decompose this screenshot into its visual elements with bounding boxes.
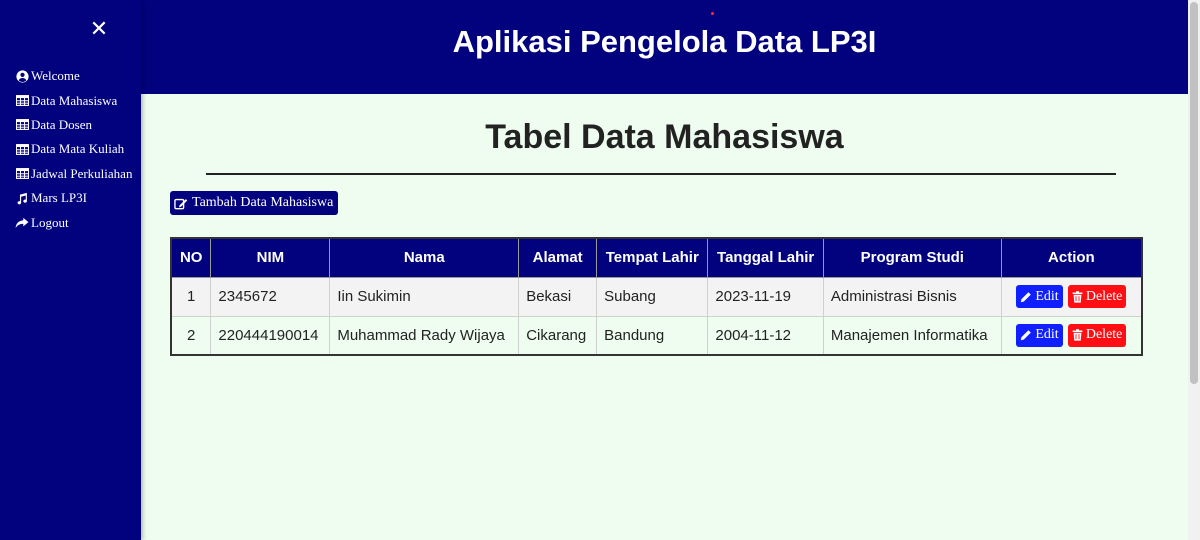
column-header-nama: Nama: [329, 237, 520, 278]
cell-tempat-lahir: Bandung: [596, 315, 709, 356]
cell-tanggal-lahir: 2023-11-19: [707, 276, 824, 317]
sidebar-item-label: Mars LP3I: [31, 190, 87, 206]
sidebar-item-mars-lp3i[interactable]: Mars LP3I: [15, 186, 132, 210]
cell-alamat: Bekasi: [518, 276, 598, 317]
cell-no: 2: [170, 315, 212, 356]
column-header-alamat: Alamat: [518, 237, 598, 278]
table-row: 1 2345672 Iin Sukimin Bekasi Subang 2023…: [170, 276, 1143, 317]
pencil-icon: [1020, 291, 1032, 303]
edit-button[interactable]: Edit: [1016, 323, 1063, 347]
cell-actions: Edit Delete: [1000, 276, 1143, 317]
trash-icon: [1072, 290, 1083, 303]
delete-button[interactable]: Delete: [1067, 323, 1127, 347]
column-header-action: Action: [1000, 237, 1143, 278]
column-header-no: NO: [170, 237, 212, 278]
cell-nama: Iin Sukimin: [329, 276, 520, 317]
app-title: Aplikasi Pengelola Data LP3I: [452, 24, 877, 59]
mahasiswa-table: NO NIM Nama Alamat Tempat Lahir Tanggal …: [170, 237, 1143, 356]
edit-label: Edit: [1035, 288, 1059, 304]
table-header-row: NO NIM Nama Alamat Tempat Lahir Tanggal …: [170, 237, 1143, 278]
sidebar-item-label: Data Mahasiswa: [31, 92, 118, 108]
edit-button[interactable]: Edit: [1016, 285, 1063, 308]
add-mahasiswa-button[interactable]: Tambah Data Mahasiswa: [170, 191, 339, 215]
sidebar-item-data-mata-kuliah[interactable]: Data Mata Kuliah: [15, 137, 132, 161]
sidebar-item-data-mahasiswa[interactable]: Data Mahasiswa: [15, 88, 132, 112]
column-header-tempat-lahir: Tempat Lahir: [596, 237, 709, 278]
column-header-program-studi: Program Studi: [822, 237, 1002, 278]
cell-program-studi: Administrasi Bisnis: [822, 276, 1002, 317]
status-dot: [711, 12, 714, 15]
sidebar-item-label: Data Mata Kuliah: [31, 141, 125, 157]
scrollbar-thumb[interactable]: [1190, 2, 1198, 384]
table-icon: [15, 94, 29, 107]
app-header: Aplikasi Pengelola Data LP3I: [141, 0, 1188, 94]
cell-nim: 2345672: [210, 276, 331, 317]
sidebar-nav: Welcome Data Mahasiswa Data Dosen Data M…: [15, 64, 132, 235]
table-icon: [15, 118, 29, 131]
column-header-nim: NIM: [210, 237, 331, 278]
table-row: 2 220444190014 Muhammad Rady Wijaya Cika…: [170, 315, 1143, 356]
page-title: Tabel Data Mahasiswa: [485, 118, 844, 156]
edit-label: Edit: [1035, 327, 1059, 343]
delete-button[interactable]: Delete: [1067, 285, 1127, 308]
table-icon: [15, 167, 29, 180]
edit-square-icon: [174, 197, 188, 210]
cell-no: 1: [170, 276, 212, 317]
title-divider: [206, 173, 1116, 175]
sidebar-item-label: Logout: [31, 214, 69, 230]
cell-program-studi: Manajemen Informatika: [822, 315, 1002, 356]
delete-label: Delete: [1085, 288, 1123, 304]
cell-tempat-lahir: Subang: [596, 276, 709, 317]
cell-actions: Edit Delete: [1000, 315, 1143, 356]
share-icon: [15, 216, 29, 229]
cell-nama: Muhammad Rady Wijaya: [329, 315, 520, 356]
close-sidebar-button[interactable]: ✕: [88, 17, 110, 43]
page-scrollbar[interactable]: [1188, 0, 1200, 540]
pencil-icon: [1020, 329, 1032, 341]
cell-tanggal-lahir: 2004-11-12: [707, 315, 824, 356]
column-header-tanggal-lahir: Tanggal Lahir: [707, 237, 824, 278]
user-circle-icon: [15, 70, 29, 83]
music-icon: [15, 192, 29, 205]
add-mahasiswa-label: Tambah Data Mahasiswa: [192, 195, 334, 210]
sidebar-item-jadwal-perkuliahan[interactable]: Jadwal Perkuliahan: [15, 162, 132, 186]
cell-alamat: Cikarang: [518, 315, 598, 356]
sidebar-item-logout[interactable]: Logout: [15, 210, 132, 234]
sidebar-item-label: Data Dosen: [31, 116, 93, 132]
table-icon: [15, 143, 29, 156]
sidebar-item-label: Jadwal Perkuliahan: [31, 165, 133, 181]
sidebar-item-label: Welcome: [31, 68, 80, 84]
cell-nim: 220444190014: [210, 315, 331, 356]
sidebar: ✕ Welcome Data Mahasiswa Data Dosen Data…: [0, 0, 141, 540]
delete-label: Delete: [1085, 327, 1123, 343]
sidebar-item-data-dosen[interactable]: Data Dosen: [15, 113, 132, 137]
sidebar-item-welcome[interactable]: Welcome: [15, 64, 132, 88]
trash-icon: [1072, 329, 1083, 341]
